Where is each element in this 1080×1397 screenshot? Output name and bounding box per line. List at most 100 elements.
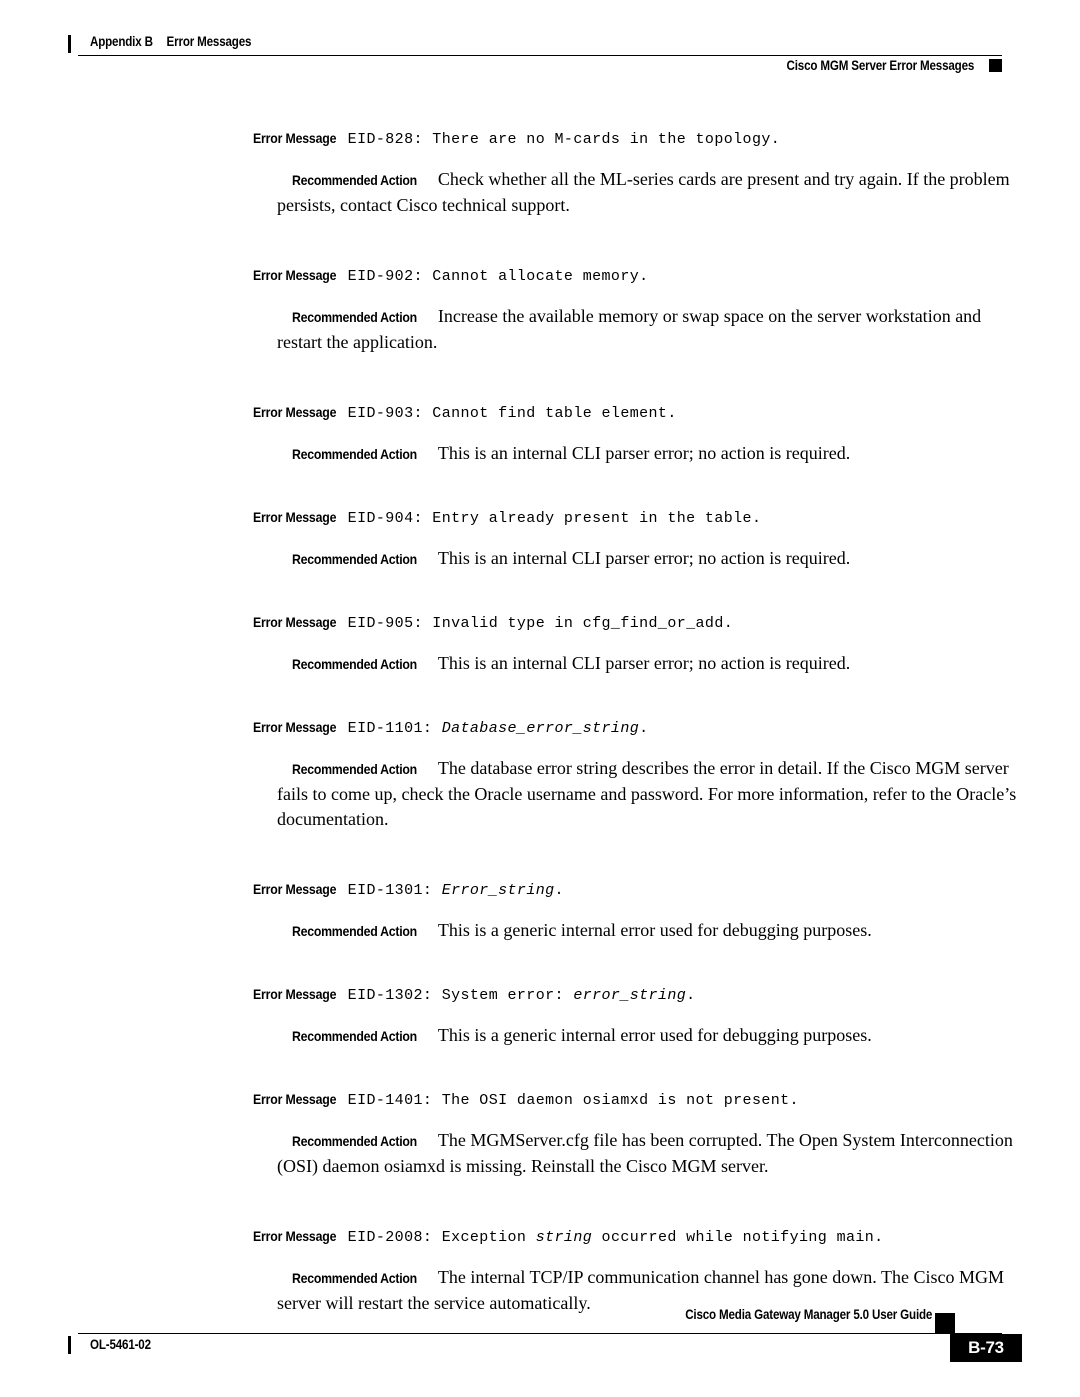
error-text: System error: — [432, 987, 574, 1004]
error-message-label: Error Message — [253, 130, 337, 146]
error-message-line: Error Message EID-1301: Error_string. — [253, 879, 1018, 901]
recommended-action-label: Recommended Action — [292, 923, 417, 939]
error-code: EID-1101: — [347, 720, 433, 737]
recommended-action-line: Recommended Action This is a generic inte… — [253, 1023, 1018, 1049]
error-code: EID-902: — [347, 268, 423, 285]
error-code: EID-1301: — [347, 882, 433, 899]
error-text: Exception — [432, 1229, 536, 1246]
page-header: Appendix B Error Messages Cisco MGM Serve… — [68, 34, 1002, 73]
error-message-line: Error Message EID-828: There are no M-car… — [253, 128, 1018, 150]
error-message-line: Error Message EID-1101: Database_error_st… — [253, 717, 1018, 739]
error-message-line: Error Message EID-1302: System error: err… — [253, 984, 1018, 1006]
recommended-action-line: Recommended Action This is an internal CL… — [253, 546, 1018, 572]
breadcrumb: Appendix B Error Messages — [90, 34, 251, 49]
error-code: EID-905: — [347, 615, 423, 632]
error-text — [432, 882, 441, 899]
error-block-eid-903: Error Message EID-903: Cannot find table … — [253, 402, 1018, 467]
error-block-eid-1101: Error Message EID-1101: Database_error_st… — [253, 717, 1018, 832]
error-block-eid-2008: Error Message EID-2008: Exception string … — [253, 1226, 1018, 1316]
error-text: Entry already present in the table. — [422, 510, 762, 527]
vertical-bar-icon — [68, 1336, 71, 1354]
header-divider — [78, 55, 1002, 56]
error-message-label: Error Message — [253, 267, 337, 283]
error-text-italic: string — [535, 1229, 593, 1246]
error-message-line: Error Message EID-905: Invalid type in cf… — [253, 612, 1018, 634]
error-text-tail: . — [639, 720, 649, 737]
error-block-eid-902: Error Message EID-902: Cannot allocate me… — [253, 265, 1018, 355]
error-message-label: Error Message — [253, 719, 337, 735]
black-square-marker-icon — [989, 59, 1002, 72]
error-code: EID-828: — [347, 131, 423, 148]
recommended-action-text: This is a generic internal error used fo… — [437, 1025, 872, 1045]
error-text: Cannot allocate memory. — [422, 268, 649, 285]
recommended-action-label: Recommended Action — [292, 656, 417, 672]
error-text-italic: Error_string — [441, 882, 555, 899]
error-text: There are no M-cards in the topology. — [422, 131, 781, 148]
error-message-line: Error Message EID-2008: Exception string … — [253, 1226, 1018, 1248]
error-block-eid-905: Error Message EID-905: Invalid type in cf… — [253, 612, 1018, 677]
error-message-line: Error Message EID-902: Cannot allocate me… — [253, 265, 1018, 287]
error-block-eid-828: Error Message EID-828: There are no M-car… — [253, 128, 1018, 218]
recommended-action-line: Recommended Action This is an internal CL… — [253, 441, 1018, 467]
error-message-line: Error Message EID-1401: The OSI daemon os… — [253, 1089, 1018, 1111]
error-block-eid-1301: Error Message EID-1301: Error_string. Rec… — [253, 879, 1018, 944]
error-block-eid-1401: Error Message EID-1401: The OSI daemon os… — [253, 1089, 1018, 1179]
error-text-tail: . — [686, 987, 696, 1004]
footer-doc-number: OL-5461-02 — [90, 1337, 151, 1352]
recommended-action-label: Recommended Action — [292, 761, 417, 777]
recommended-action-line: Recommended Action The MGMServer.cfg file… — [253, 1128, 1018, 1179]
recommended-action-line: Recommended Action This is a generic inte… — [253, 918, 1018, 944]
recommended-action-text: This is an internal CLI parser error; no… — [437, 443, 851, 463]
breadcrumb-appendix: Appendix B — [90, 34, 153, 49]
error-message-label: Error Message — [253, 986, 337, 1002]
recommended-action-line: Recommended Action This is an internal CL… — [253, 651, 1018, 677]
error-block-eid-904: Error Message EID-904: Entry already pres… — [253, 507, 1018, 572]
recommended-action-text: This is an internal CLI parser error; no… — [437, 548, 851, 568]
error-text — [432, 720, 441, 737]
recommended-action-line: Recommended Action Increase the available… — [253, 304, 1018, 355]
recommended-action-label: Recommended Action — [292, 446, 417, 462]
error-message-label: Error Message — [253, 614, 337, 630]
error-message-label: Error Message — [253, 509, 337, 525]
error-code: EID-904: — [347, 510, 423, 527]
error-message-label: Error Message — [253, 881, 337, 897]
error-block-eid-1302: Error Message EID-1302: System error: err… — [253, 984, 1018, 1049]
error-message-line: Error Message EID-904: Entry already pres… — [253, 507, 1018, 529]
error-text-italic: error_string — [573, 987, 687, 1004]
error-text-italic: Database_error_string — [441, 720, 640, 737]
error-text: Cannot find table element. — [422, 405, 677, 422]
error-message-line: Error Message EID-903: Cannot find table … — [253, 402, 1018, 424]
recommended-action-line: Recommended Action Check whether all the … — [253, 167, 1018, 218]
vertical-bar-icon — [68, 35, 71, 53]
recommended-action-label: Recommended Action — [292, 1270, 417, 1286]
recommended-action-line: Recommended Action The database error str… — [253, 756, 1018, 832]
recommended-action-label: Recommended Action — [292, 1028, 417, 1044]
error-code: EID-2008: — [347, 1229, 433, 1246]
error-text: The OSI daemon osiamxd is not present. — [432, 1092, 799, 1109]
error-message-label: Error Message — [253, 1091, 337, 1107]
footer-guide-title: Cisco Media Gateway Manager 5.0 User Gui… — [684, 1307, 932, 1322]
header-row: Appendix B Error Messages — [68, 34, 1002, 55]
error-code: EID-903: — [347, 405, 423, 422]
error-code: EID-1302: — [347, 987, 433, 1004]
error-code: EID-1401: — [347, 1092, 433, 1109]
footer-divider — [78, 1333, 1002, 1334]
error-message-label: Error Message — [253, 404, 337, 420]
